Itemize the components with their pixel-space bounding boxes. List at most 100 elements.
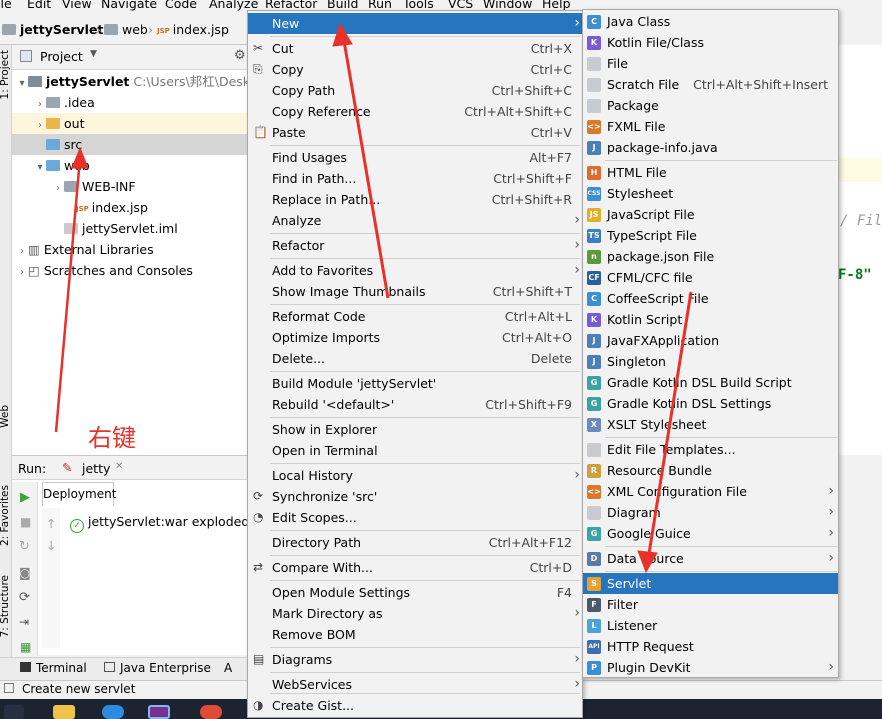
context-menu-item-compare-with[interactable]: ⇄ Compare With... Ctrl+D bbox=[248, 557, 582, 578]
run-config-tab[interactable]: jetty bbox=[82, 461, 110, 476]
context-menu-item-open-in-terminal[interactable]: Open in Terminal bbox=[248, 440, 582, 461]
context-menu-item-paste[interactable]: 📋 Paste Ctrl+V bbox=[248, 122, 582, 143]
new-menu-item-javafxapplication[interactable]: J JavaFXApplication bbox=[583, 330, 838, 351]
new-menu-item-xslt-stylesheet[interactable]: X XSLT Stylesheet bbox=[583, 414, 838, 435]
context-menu-item-delete[interactable]: Delete... Delete bbox=[248, 348, 582, 369]
search-icon[interactable] bbox=[4, 705, 24, 719]
context-menu-item-copy-reference[interactable]: Copy Reference Ctrl+Alt+Shift+C bbox=[248, 101, 582, 122]
tree-item-index-jsp[interactable]: JSP index.jsp bbox=[12, 197, 248, 218]
settings-gear-icon[interactable]: ⚙ bbox=[234, 48, 246, 63]
deployment-entry[interactable]: ✓ jettyServlet:war exploded bbox=[70, 514, 249, 533]
new-menu-item-package-info-java[interactable]: Jpackage-info.java bbox=[583, 137, 838, 158]
new-menu-item-xml-configuration-file[interactable]: <> XML Configuration File › bbox=[583, 481, 838, 502]
tab-deployment[interactable]: Deployment bbox=[42, 482, 116, 506]
breadcrumb-project[interactable]: jettyServlet bbox=[2, 22, 103, 37]
tab-structure[interactable]: 7: Structure bbox=[0, 575, 11, 637]
new-menu-item-gradle-kotlin-dsl-build-script[interactable]: G Gradle Kotlin DSL Build Script bbox=[583, 372, 838, 393]
new-menu-item-cfml-cfc-file[interactable]: CF CFML/CFC file bbox=[583, 267, 838, 288]
tree-item-scratches-and-consoles[interactable]: › ◰ Scratches and Consoles bbox=[12, 260, 248, 281]
intellij-icon[interactable] bbox=[148, 705, 170, 719]
context-menu-item-analyze[interactable]: Analyze › bbox=[248, 210, 582, 231]
new-menu-item-gradle-kotlin-dsl-settings[interactable]: G Gradle Kotlin DSL Settings bbox=[583, 393, 838, 414]
breadcrumb-web[interactable]: web bbox=[104, 22, 148, 37]
context-menu-item-optimize-imports[interactable]: Optimize Imports Ctrl+Alt+O bbox=[248, 327, 582, 348]
context-menu-item-find-usages[interactable]: Find Usages Alt+F7 bbox=[248, 147, 582, 168]
new-menu-item-data-source[interactable]: D Data Source › bbox=[583, 548, 838, 569]
new-menu-item-typescript-file[interactable]: TS TypeScript File bbox=[583, 225, 838, 246]
menubar-item-edit[interactable]: Edit bbox=[27, 0, 51, 11]
camera-icon[interactable]: ◙ bbox=[19, 566, 31, 580]
new-menu-item-scratch-file[interactable]: Scratch File Ctrl+Alt+Shift+Insert bbox=[583, 74, 838, 95]
new-menu-item-singleton[interactable]: J Singleton bbox=[583, 351, 838, 372]
context-menu-item-refactor[interactable]: Refactor › bbox=[248, 235, 582, 256]
context-menu-item-show-in-explorer[interactable]: Show in Explorer bbox=[248, 419, 582, 440]
new-menu-item-coffeescript-file[interactable]: C CoffeeScript File bbox=[583, 288, 838, 309]
tree-item-jettyservlet[interactable]: ▾ jettyServlet C:\Users\邦杠\Deskto bbox=[12, 71, 262, 94]
deploy-icon[interactable]: ⇥ bbox=[19, 615, 29, 629]
new-menu-item-stylesheet[interactable]: CSS Stylesheet bbox=[583, 183, 838, 204]
tab-web[interactable]: Web bbox=[0, 405, 11, 428]
down-icon[interactable]: ↓ bbox=[46, 538, 56, 553]
context-menu-item-diagrams[interactable]: ▤ Diagrams › bbox=[248, 649, 582, 670]
tab-more[interactable]: A bbox=[224, 661, 232, 675]
context-menu-item-build-module-jettyservlet[interactable]: Build Module 'jettyServlet' bbox=[248, 373, 582, 394]
breadcrumb-file[interactable]: JSP index.jsp bbox=[157, 22, 229, 37]
new-menu-item-package[interactable]: Package bbox=[583, 95, 838, 116]
context-menu-item-replace-in-path[interactable]: Replace in Path... Ctrl+Shift+R bbox=[248, 189, 582, 210]
refresh-icon[interactable]: ⟳ bbox=[19, 590, 30, 605]
chevron-down-icon[interactable]: ▼ bbox=[90, 49, 97, 59]
new-menu-item-edit-file-templates[interactable]: Edit File Templates... bbox=[583, 439, 838, 460]
menubar-item-view[interactable]: View bbox=[62, 0, 92, 11]
context-menu-item-create-gist[interactable]: ◑ Create Gist... bbox=[248, 695, 582, 716]
new-menu-item-kotlin-file-class[interactable]: K Kotlin File/Class bbox=[583, 32, 838, 53]
context-menu-item-new[interactable]: New › bbox=[248, 13, 582, 34]
new-menu-item-http-request[interactable]: API HTTP Request bbox=[583, 636, 838, 657]
tab-terminal[interactable]: Terminal bbox=[20, 661, 87, 675]
new-menu-item-resource-bundle[interactable]: R Resource Bundle bbox=[583, 460, 838, 481]
new-menu-item-listener[interactable]: L Listener bbox=[583, 615, 838, 636]
menubar-item-code[interactable]: Code bbox=[165, 0, 197, 11]
tree-item-idea[interactable]: › .idea bbox=[12, 92, 248, 113]
tree-item-out[interactable]: › out bbox=[12, 113, 248, 134]
chrome-icon[interactable] bbox=[200, 705, 222, 719]
menubar-item-navigate[interactable]: Navigate bbox=[101, 0, 157, 11]
tab-favorites[interactable]: 2: Favorites bbox=[0, 485, 11, 546]
chevron-right-icon[interactable]: › bbox=[16, 241, 28, 262]
context-menu-item-add-to-favorites[interactable]: Add to Favorites › bbox=[248, 260, 582, 281]
new-menu-item-fxml-file[interactable]: <> FXML File bbox=[583, 116, 838, 137]
tree-item-jettyservlet-iml[interactable]: jettyServlet.iml bbox=[12, 218, 248, 239]
tab-java-enterprise[interactable]: Java Enterprise bbox=[104, 661, 211, 675]
context-menu-item-copy[interactable]: ⎘ Copy Ctrl+C bbox=[248, 59, 582, 80]
browser-icon[interactable] bbox=[102, 705, 124, 719]
up-icon[interactable]: ↑ bbox=[46, 516, 56, 531]
context-menu-item-local-history[interactable]: Local History › bbox=[248, 465, 582, 486]
context-menu-item-open-module-settings[interactable]: Open Module Settings F4 bbox=[248, 582, 582, 603]
context-menu-item-find-in-path[interactable]: Find in Path... Ctrl+Shift+F bbox=[248, 168, 582, 189]
new-menu-item-diagram[interactable]: Diagram › bbox=[583, 502, 838, 523]
chevron-down-icon[interactable]: ▾ bbox=[16, 73, 28, 94]
menubar-item-ile[interactable]: ile bbox=[0, 0, 12, 11]
context-menu-item-reformat-code[interactable]: Reformat Code Ctrl+Alt+L bbox=[248, 306, 582, 327]
context-menu-item-edit-scopes[interactable]: ◔ Edit Scopes... bbox=[248, 507, 582, 528]
close-icon[interactable]: ✕ bbox=[115, 461, 123, 472]
new-menu-item-html-file[interactable]: H HTML File bbox=[583, 162, 838, 183]
stop-icon[interactable]: ■ bbox=[20, 515, 31, 529]
new-menu-item-javascript-file[interactable]: JS JavaScript File bbox=[583, 204, 838, 225]
context-menu-item-rebuild-default[interactable]: Rebuild '<default>' Ctrl+Shift+F9 bbox=[248, 394, 582, 415]
new-menu-item-java-class[interactable]: C Java Class bbox=[583, 11, 838, 32]
new-menu-item-servlet[interactable]: S Servlet bbox=[583, 573, 838, 594]
context-menu-item-cut[interactable]: ✂ Cut Ctrl+X bbox=[248, 38, 582, 59]
tree-item-web[interactable]: ▾ web bbox=[12, 155, 248, 176]
context-menu-item-show-image-thumbnails[interactable]: Show Image Thumbnails Ctrl+Shift+T bbox=[248, 281, 582, 302]
context-menu-item-mark-directory-as[interactable]: Mark Directory as › bbox=[248, 603, 582, 624]
chevron-right-icon[interactable]: › bbox=[52, 178, 64, 199]
chevron-right-icon[interactable]: › bbox=[34, 115, 46, 136]
tab-project[interactable]: 1: Project bbox=[0, 50, 11, 99]
rerun-icon[interactable]: ↻ bbox=[19, 539, 30, 554]
project-panel-title[interactable]: Project bbox=[40, 49, 83, 64]
tree-item-web-inf[interactable]: › WEB-INF bbox=[12, 176, 248, 197]
tree-item-external-libraries[interactable]: › ▥ External Libraries bbox=[12, 239, 248, 260]
context-menu-item-remove-bom[interactable]: Remove BOM bbox=[248, 624, 582, 645]
context-menu-item-synchronize-src[interactable]: ⟳ Synchronize 'src' bbox=[248, 486, 582, 507]
context-menu-item-webservices[interactable]: WebServices › bbox=[248, 674, 582, 695]
